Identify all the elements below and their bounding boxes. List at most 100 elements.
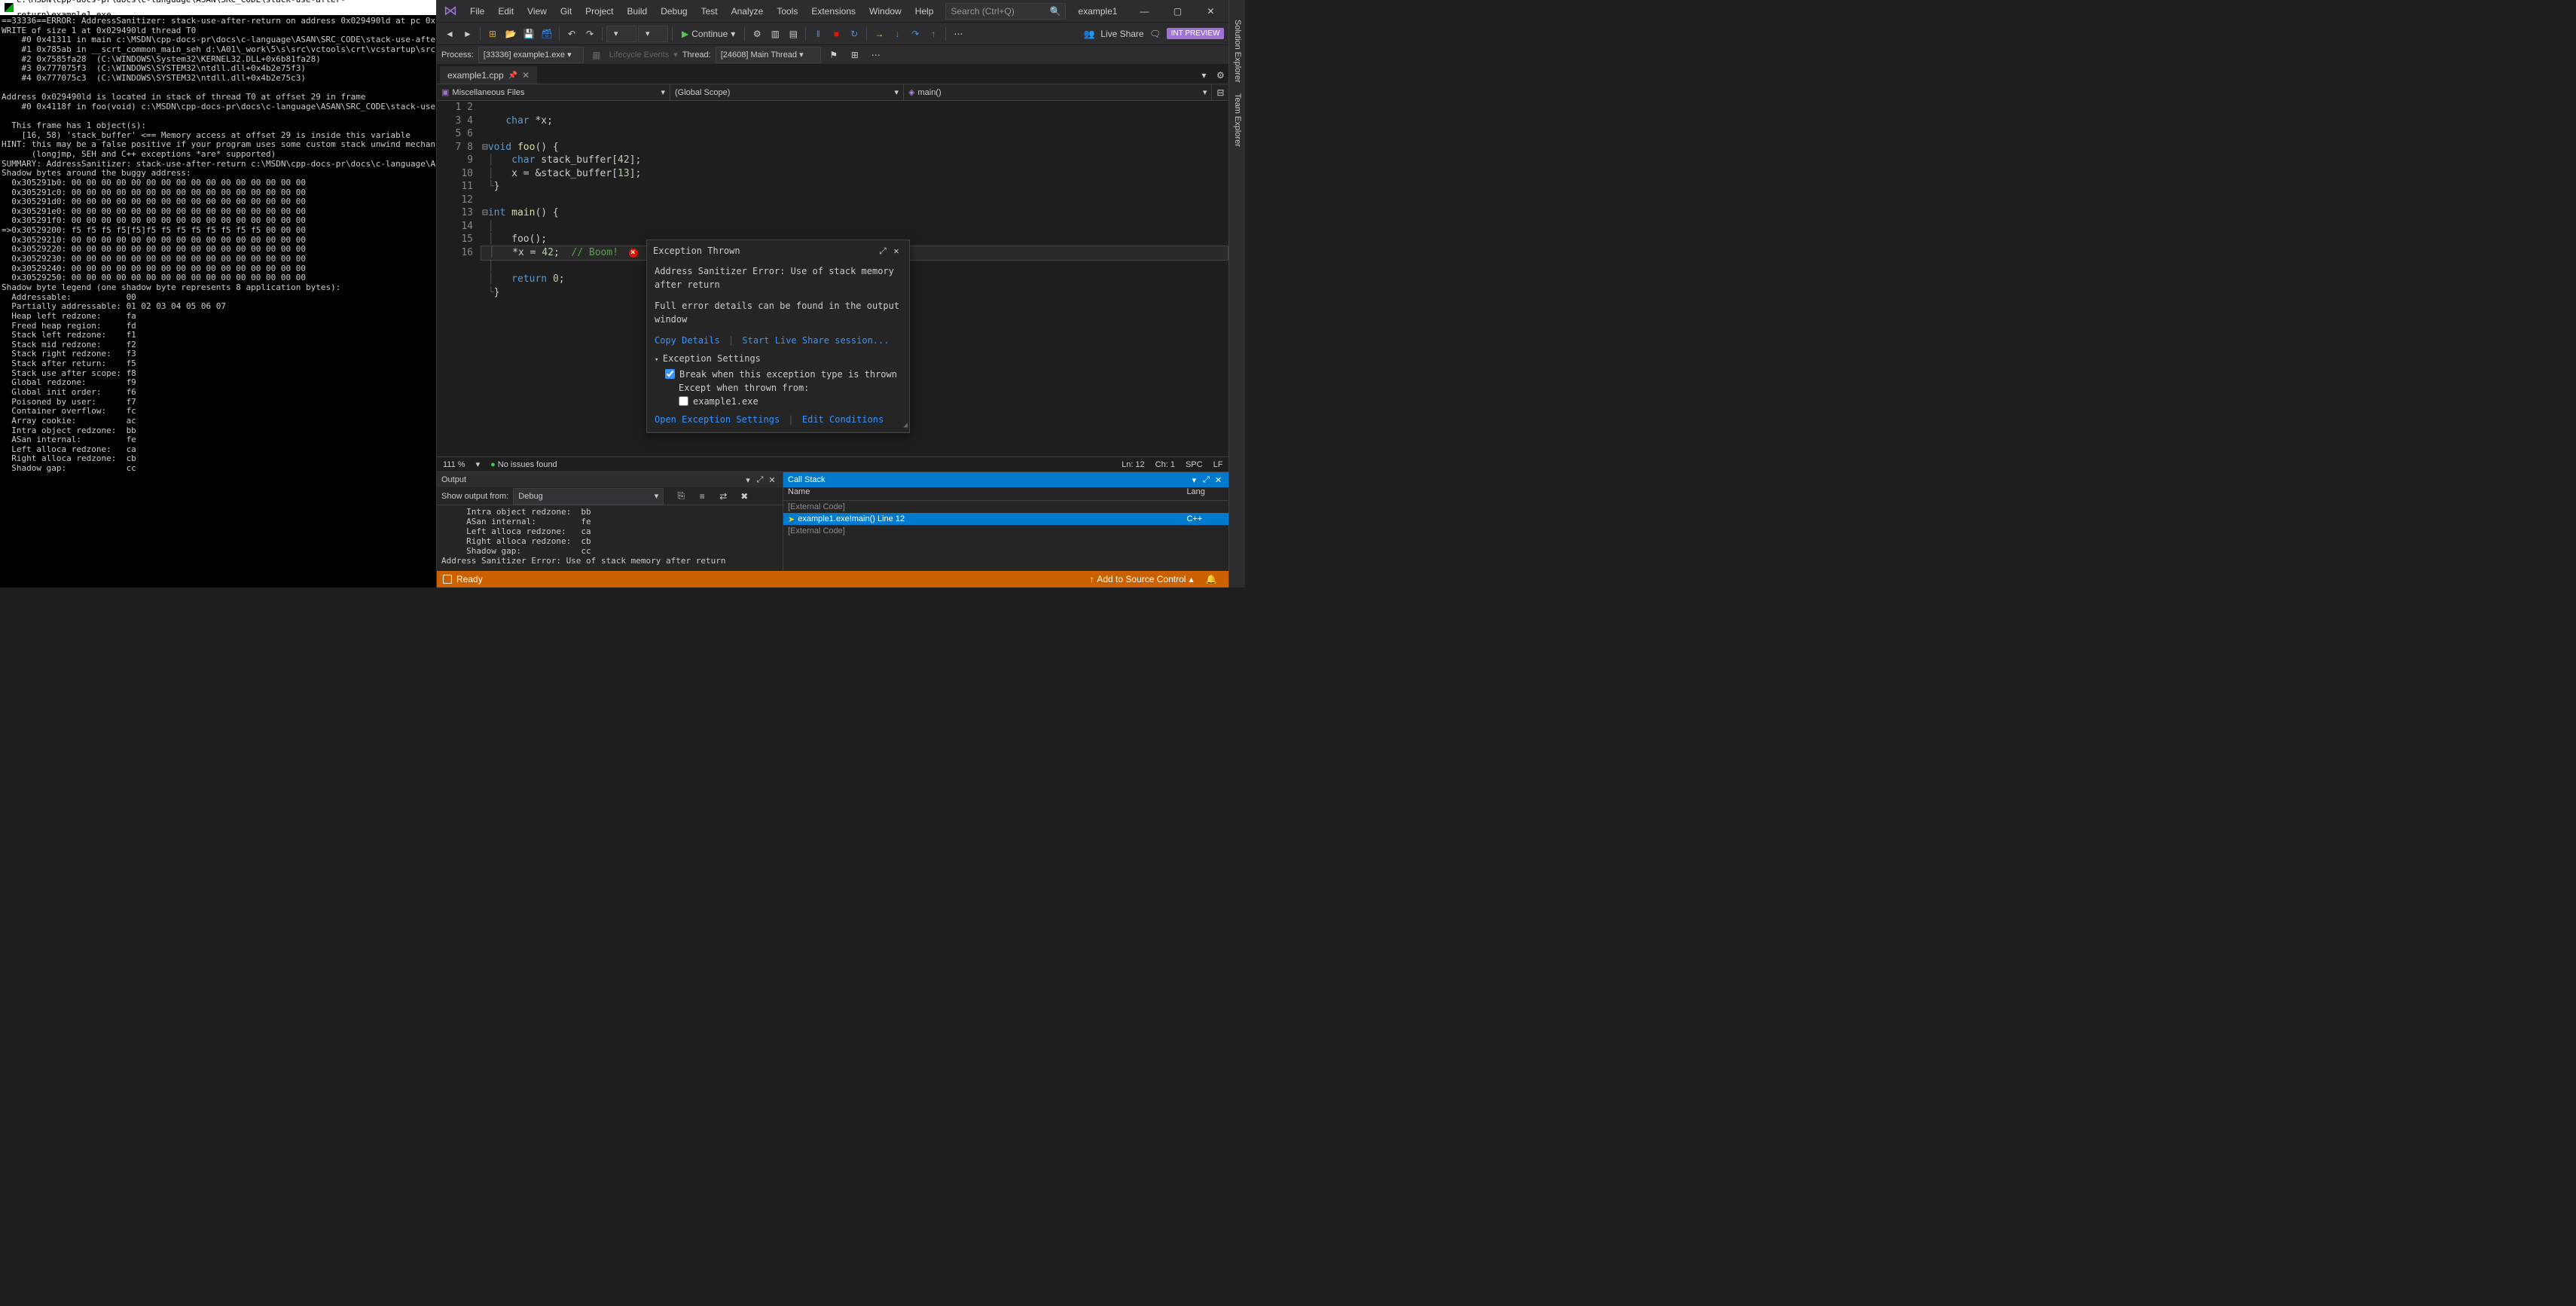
output-btn-3[interactable]: ⇄ — [715, 488, 731, 505]
tab-settings-icon[interactable]: ⚙ — [1212, 67, 1228, 84]
window-position-icon[interactable]: ▾ — [1188, 475, 1200, 485]
search-box[interactable]: Search (Ctrl+Q) 🔍 — [945, 3, 1066, 20]
tb-icon-2[interactable]: ▥ — [767, 26, 783, 42]
new-project-button[interactable]: ⊞ — [484, 26, 501, 42]
status-eol[interactable]: LF — [1213, 460, 1223, 469]
menu-git[interactable]: Git — [554, 3, 578, 20]
live-share-icon[interactable]: 👥 — [1081, 26, 1097, 42]
resize-grip-icon[interactable]: ◢ — [903, 420, 908, 431]
callstack-row-external[interactable]: [External Code] — [783, 501, 1228, 513]
tab-overflow-button[interactable]: ▾ — [1195, 67, 1212, 84]
menu-build[interactable]: Build — [621, 3, 654, 20]
undo-button[interactable]: ↶ — [563, 26, 580, 42]
process-dropdown[interactable]: [33336] example1.exe ▾ — [478, 47, 584, 63]
forward-button[interactable]: ► — [459, 26, 476, 42]
tab-solution-explorer[interactable]: Solution Explorer — [1232, 15, 1244, 87]
exception-settings-header[interactable]: Exception Settings — [655, 352, 902, 366]
nav-scope-dropdown[interactable]: (Global Scope)▾ — [670, 84, 904, 100]
step-over-button[interactable]: ↷ — [907, 26, 923, 42]
continue-button[interactable]: ▶ Continue ▾ — [676, 26, 740, 42]
show-next-statement-button[interactable]: → — [871, 26, 887, 42]
menu-test[interactable]: Test — [695, 3, 724, 20]
output-btn-1[interactable]: ⎘ — [673, 488, 689, 505]
stop-button[interactable]: ■ — [828, 26, 844, 42]
back-button[interactable]: ◄ — [441, 26, 458, 42]
output-btn-2[interactable]: ≡ — [694, 488, 710, 505]
error-glyph-icon[interactable] — [629, 249, 638, 258]
tab-team-explorer[interactable]: Team Explorer — [1232, 89, 1244, 151]
pause-button[interactable]: ‖ — [810, 26, 826, 42]
nav-project-dropdown[interactable]: ▣Miscellaneous Files▾ — [437, 84, 670, 100]
debug-extra-icon[interactable]: ⋯ — [868, 47, 884, 63]
tb-extra-1[interactable]: ⋯ — [950, 26, 966, 42]
document-tabs: example1.cpp 📌 ✕ ▾ ⚙ — [437, 65, 1228, 84]
console-output[interactable]: ==33336==ERROR: AddressSanitizer: stack-… — [0, 15, 436, 587]
pin-icon[interactable]: ⤢ — [876, 245, 890, 257]
copy-details-link[interactable]: Copy Details — [655, 335, 720, 346]
nav-function-dropdown[interactable]: ◈main()▾ — [904, 84, 1212, 100]
add-to-source-control[interactable]: ↑Add to Source Control▴ — [1083, 574, 1199, 584]
live-share-label[interactable]: Live Share — [1100, 29, 1143, 39]
maximize-button[interactable]: ▢ — [1162, 1, 1192, 22]
close-button[interactable]: ✕ — [1195, 1, 1225, 22]
pin-icon[interactable]: ⤢ — [1200, 475, 1212, 485]
ide-statusbar: Ready ↑Add to Source Control▴ 🔔 — [437, 571, 1228, 587]
menu-analyze[interactable]: Analyze — [725, 3, 770, 20]
tab-example1-cpp[interactable]: example1.cpp 📌 ✕ — [440, 66, 537, 84]
start-live-share-link[interactable]: Start Live Share session... — [742, 335, 889, 346]
open-exception-settings-link[interactable]: Open Exception Settings — [655, 414, 780, 425]
feedback-button[interactable]: 🗨 — [1147, 26, 1164, 42]
redo-button[interactable]: ↷ — [581, 26, 598, 42]
stack-frame-icon[interactable]: ⊞ — [847, 47, 863, 63]
menu-project[interactable]: Project — [579, 3, 619, 20]
menu-tools[interactable]: Tools — [771, 3, 804, 20]
thread-dropdown[interactable]: [24608] Main Thread ▾ — [716, 47, 821, 63]
open-file-button[interactable]: 📂 — [502, 26, 519, 42]
callstack-row-current[interactable]: ➤ example1.exe!main() Line 12C++ — [783, 513, 1228, 525]
clear-all-icon[interactable]: ✖ — [736, 488, 752, 505]
restart-button[interactable]: ↻ — [846, 26, 862, 42]
close-icon[interactable]: ✕ — [890, 245, 903, 257]
close-icon[interactable]: ✕ — [1212, 475, 1224, 485]
error-list-summary[interactable]: No issues found — [490, 460, 557, 469]
callstack-header[interactable]: Call Stack ▾ ⤢ ✕ — [783, 472, 1228, 487]
menu-window[interactable]: Window — [863, 3, 908, 20]
menu-extensions[interactable]: Extensions — [805, 3, 862, 20]
step-out-button[interactable]: ↑ — [925, 26, 942, 42]
menu-help[interactable]: Help — [909, 3, 940, 20]
except-label: Except when thrown from: — [679, 381, 902, 395]
status-indent[interactable]: SPC — [1186, 460, 1203, 469]
break-on-exception-checkbox[interactable]: Break when this exception type is thrown — [665, 368, 902, 381]
output-header[interactable]: Output ▾ ⤢ ✕ — [437, 472, 783, 487]
output-text[interactable]: Intra object redzone: bb ASan internal: … — [437, 505, 783, 571]
close-icon[interactable]: ✕ — [766, 475, 778, 485]
menu-file[interactable]: File — [464, 3, 490, 20]
pin-icon[interactable]: ⤢ — [754, 475, 766, 485]
breakpoint-margin[interactable] — [437, 101, 450, 456]
step-into-button[interactable]: ↓ — [889, 26, 905, 42]
edit-conditions-link[interactable]: Edit Conditions — [802, 414, 884, 425]
menu-edit[interactable]: Edit — [492, 3, 520, 20]
thread-flag-icon[interactable]: ⚑ — [826, 47, 842, 63]
save-all-button[interactable]: 🗃 — [539, 26, 555, 42]
output-source-dropdown[interactable]: Debug▾ — [513, 488, 664, 505]
code-editor[interactable]: 1 2 3 4 5 6 7 8 9 10 11 12 13 14 15 16 c… — [437, 101, 1228, 456]
console-titlebar[interactable]: c:\MSDN\cpp-docs-pr\docs\c-language\ASAN… — [0, 0, 436, 15]
solution-config-dropdown[interactable]: ▾ — [606, 26, 636, 42]
menu-debug[interactable]: Debug — [655, 3, 693, 20]
code-content[interactable]: char *x; ⊟void foo() { │ char stack_buff… — [481, 101, 1228, 456]
tb-icon-3[interactable]: ▤ — [785, 26, 801, 42]
except-from-checkbox[interactable]: example1.exe — [679, 395, 902, 408]
window-position-icon[interactable]: ▾ — [742, 475, 754, 485]
callstack-row-external[interactable]: [External Code] — [783, 525, 1228, 537]
close-tab-icon[interactable]: ✕ — [522, 70, 530, 81]
save-button[interactable]: 💾 — [520, 26, 537, 42]
notifications-icon[interactable]: 🔔 — [1199, 574, 1222, 584]
minimize-button[interactable]: — — [1129, 1, 1159, 22]
nav-split-button[interactable]: ⊟ — [1212, 84, 1228, 101]
solution-platform-dropdown[interactable]: ▾ — [638, 26, 668, 42]
menu-view[interactable]: View — [521, 3, 553, 20]
tb-icon-1[interactable]: ⚙ — [749, 26, 765, 42]
zoom-level[interactable]: 111 % — [443, 460, 465, 469]
pin-icon[interactable]: 📌 — [508, 72, 517, 80]
